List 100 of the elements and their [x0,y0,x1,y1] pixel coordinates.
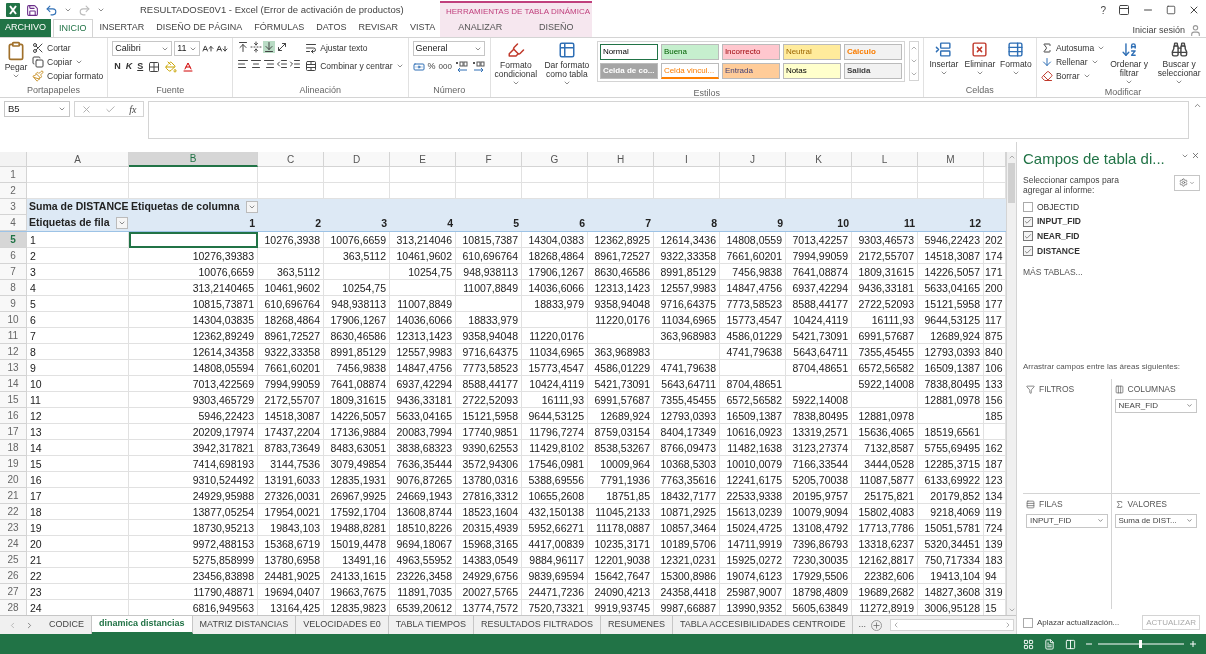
currency-icon[interactable] [412,60,425,73]
formula-input-field[interactable] [148,101,1189,139]
field-name[interactable]: DISTANCE [1037,244,1080,258]
row-filter-dropdown[interactable] [115,217,128,229]
ribbon-tab[interactable]: ARCHIVO [0,19,51,37]
sign-in-link[interactable]: Iniciar sesión [1132,23,1185,37]
field-checkbox[interactable] [1023,216,1033,227]
column-header[interactable]: D [324,152,390,167]
row-header[interactable]: 7 [0,264,27,280]
sort-filter-button[interactable]: Ordenar y filtrar [1109,41,1150,86]
row-header[interactable]: 25 [0,552,27,568]
ribbon-tab[interactable]: DATOS [311,19,352,37]
fill-button[interactable]: Rellenar [1040,55,1106,69]
defer-checkbox[interactable] [1023,617,1033,628]
align-bottom-icon[interactable] [263,41,276,53]
row-header[interactable]: 23 [0,520,27,536]
user-icon[interactable] [1189,23,1202,37]
copy-button[interactable]: Copiar [32,55,104,69]
column-header[interactable]: K [786,152,852,167]
column-header[interactable]: G [522,152,588,167]
spreadsheet-logo-icon[interactable] [6,3,20,17]
more-sheets-button[interactable]: ... [853,618,871,632]
cut-button[interactable]: Cortar [32,41,104,55]
row-header[interactable]: 14 [0,376,27,392]
scroll-right-icon[interactable] [1004,621,1012,629]
font-color-icon[interactable] [182,60,195,73]
decrease-decimal-icon[interactable] [471,60,486,73]
orientation-icon[interactable] [276,41,289,53]
cell-style-swatch[interactable]: Buena [660,44,719,60]
merge-center-button[interactable]: Combinar y centrar [305,59,404,73]
column-header[interactable]: H [588,152,654,167]
column-header[interactable]: L [852,152,918,167]
format-button[interactable]: Formato [999,41,1032,77]
column-header[interactable]: B [129,152,258,167]
row-header[interactable]: 2 [0,183,27,199]
row-header[interactable]: 6 [0,248,27,264]
normal-view-icon[interactable] [1023,638,1034,650]
insert-function-button[interactable]: fx [129,101,137,117]
cell-style-swatch[interactable]: Neutral [782,44,841,60]
align-middle-icon[interactable] [250,41,263,53]
zoom-slider-icon[interactable] [1086,639,1196,649]
field-name[interactable]: INPUT_FID [1037,215,1081,228]
scroll-down-icon[interactable] [1007,606,1016,614]
fill-color-icon[interactable] [165,60,178,73]
format-as-table-button[interactable]: Dar formato como tabla [540,41,593,87]
horizontal-scrollbar[interactable] [889,619,1014,631]
row-header[interactable]: 10 [0,312,27,328]
grow-font-icon[interactable] [202,42,215,55]
column-header[interactable]: A [27,152,129,167]
row-header[interactable]: 24 [0,536,27,552]
column-header[interactable]: I [654,152,720,167]
column-header[interactable]: J [720,152,786,167]
cell-style-swatch[interactable]: Notas [782,63,841,79]
ribbon-tab[interactable]: INSERTAR [94,19,150,37]
area-field-chip[interactable]: NEAR_FID [1114,398,1197,413]
increase-indent-icon[interactable] [289,58,302,70]
align-right-icon[interactable] [263,58,276,70]
scroll-down-icon[interactable] [909,57,918,65]
area-field-chip[interactable]: Suma de DIST... [1114,513,1197,528]
row-header[interactable]: 4 [0,215,27,231]
cell-style-swatch[interactable]: Incorrecto [721,44,780,60]
vertical-scrollbar[interactable] [1006,152,1016,615]
column-filter-dropdown[interactable] [245,201,258,213]
help-button[interactable]: ? [1100,2,1106,18]
borders-icon[interactable] [148,60,161,73]
more-tables-link[interactable]: MÁS TABLAS... [1023,265,1200,279]
settings-button[interactable] [1174,174,1200,191]
number-format-dropdown[interactable]: General [412,41,485,56]
field-checkbox[interactable] [1023,231,1033,242]
cell-style-swatch[interactable]: Entrada [721,63,780,79]
collapse-formula-bar-icon[interactable] [1193,101,1202,110]
row-header[interactable]: 13 [0,360,27,376]
increase-decimal-icon[interactable] [454,60,469,73]
row-header[interactable]: 20 [0,472,27,488]
row-header[interactable]: 21 [0,488,27,504]
name-box[interactable]: B5 [4,101,70,117]
row-header[interactable]: 16 [0,408,27,424]
close-icon[interactable] [1188,4,1200,16]
italic-button[interactable]: K [125,60,133,74]
bold-button[interactable]: N [114,60,121,74]
align-center-icon[interactable] [250,58,263,70]
underline-button[interactable]: S [137,60,144,74]
next-sheet-icon[interactable] [25,620,34,630]
ribbon-tab[interactable]: VISTA [404,19,441,37]
active-cell[interactable] [129,232,258,248]
column-header[interactable]: C [258,152,324,167]
font-name-dropdown[interactable]: Calibri [112,41,173,56]
row-header[interactable]: 8 [0,280,27,296]
percent-button[interactable]: % [427,60,436,74]
add-sheet-icon[interactable] [870,619,882,631]
cell-style-swatch[interactable]: Salida [843,63,902,79]
clear-button[interactable]: Borrar [1040,69,1106,83]
save-icon[interactable] [26,3,39,17]
row-header[interactable]: 22 [0,504,27,520]
column-header[interactable]: M [918,152,984,167]
row-header[interactable]: 17 [0,424,27,440]
font-size-dropdown[interactable]: 11 [174,41,201,56]
thousands-button[interactable]: 000 [438,60,452,73]
column-header[interactable]: E [390,152,456,167]
insert-button[interactable]: Insertar [927,41,960,77]
